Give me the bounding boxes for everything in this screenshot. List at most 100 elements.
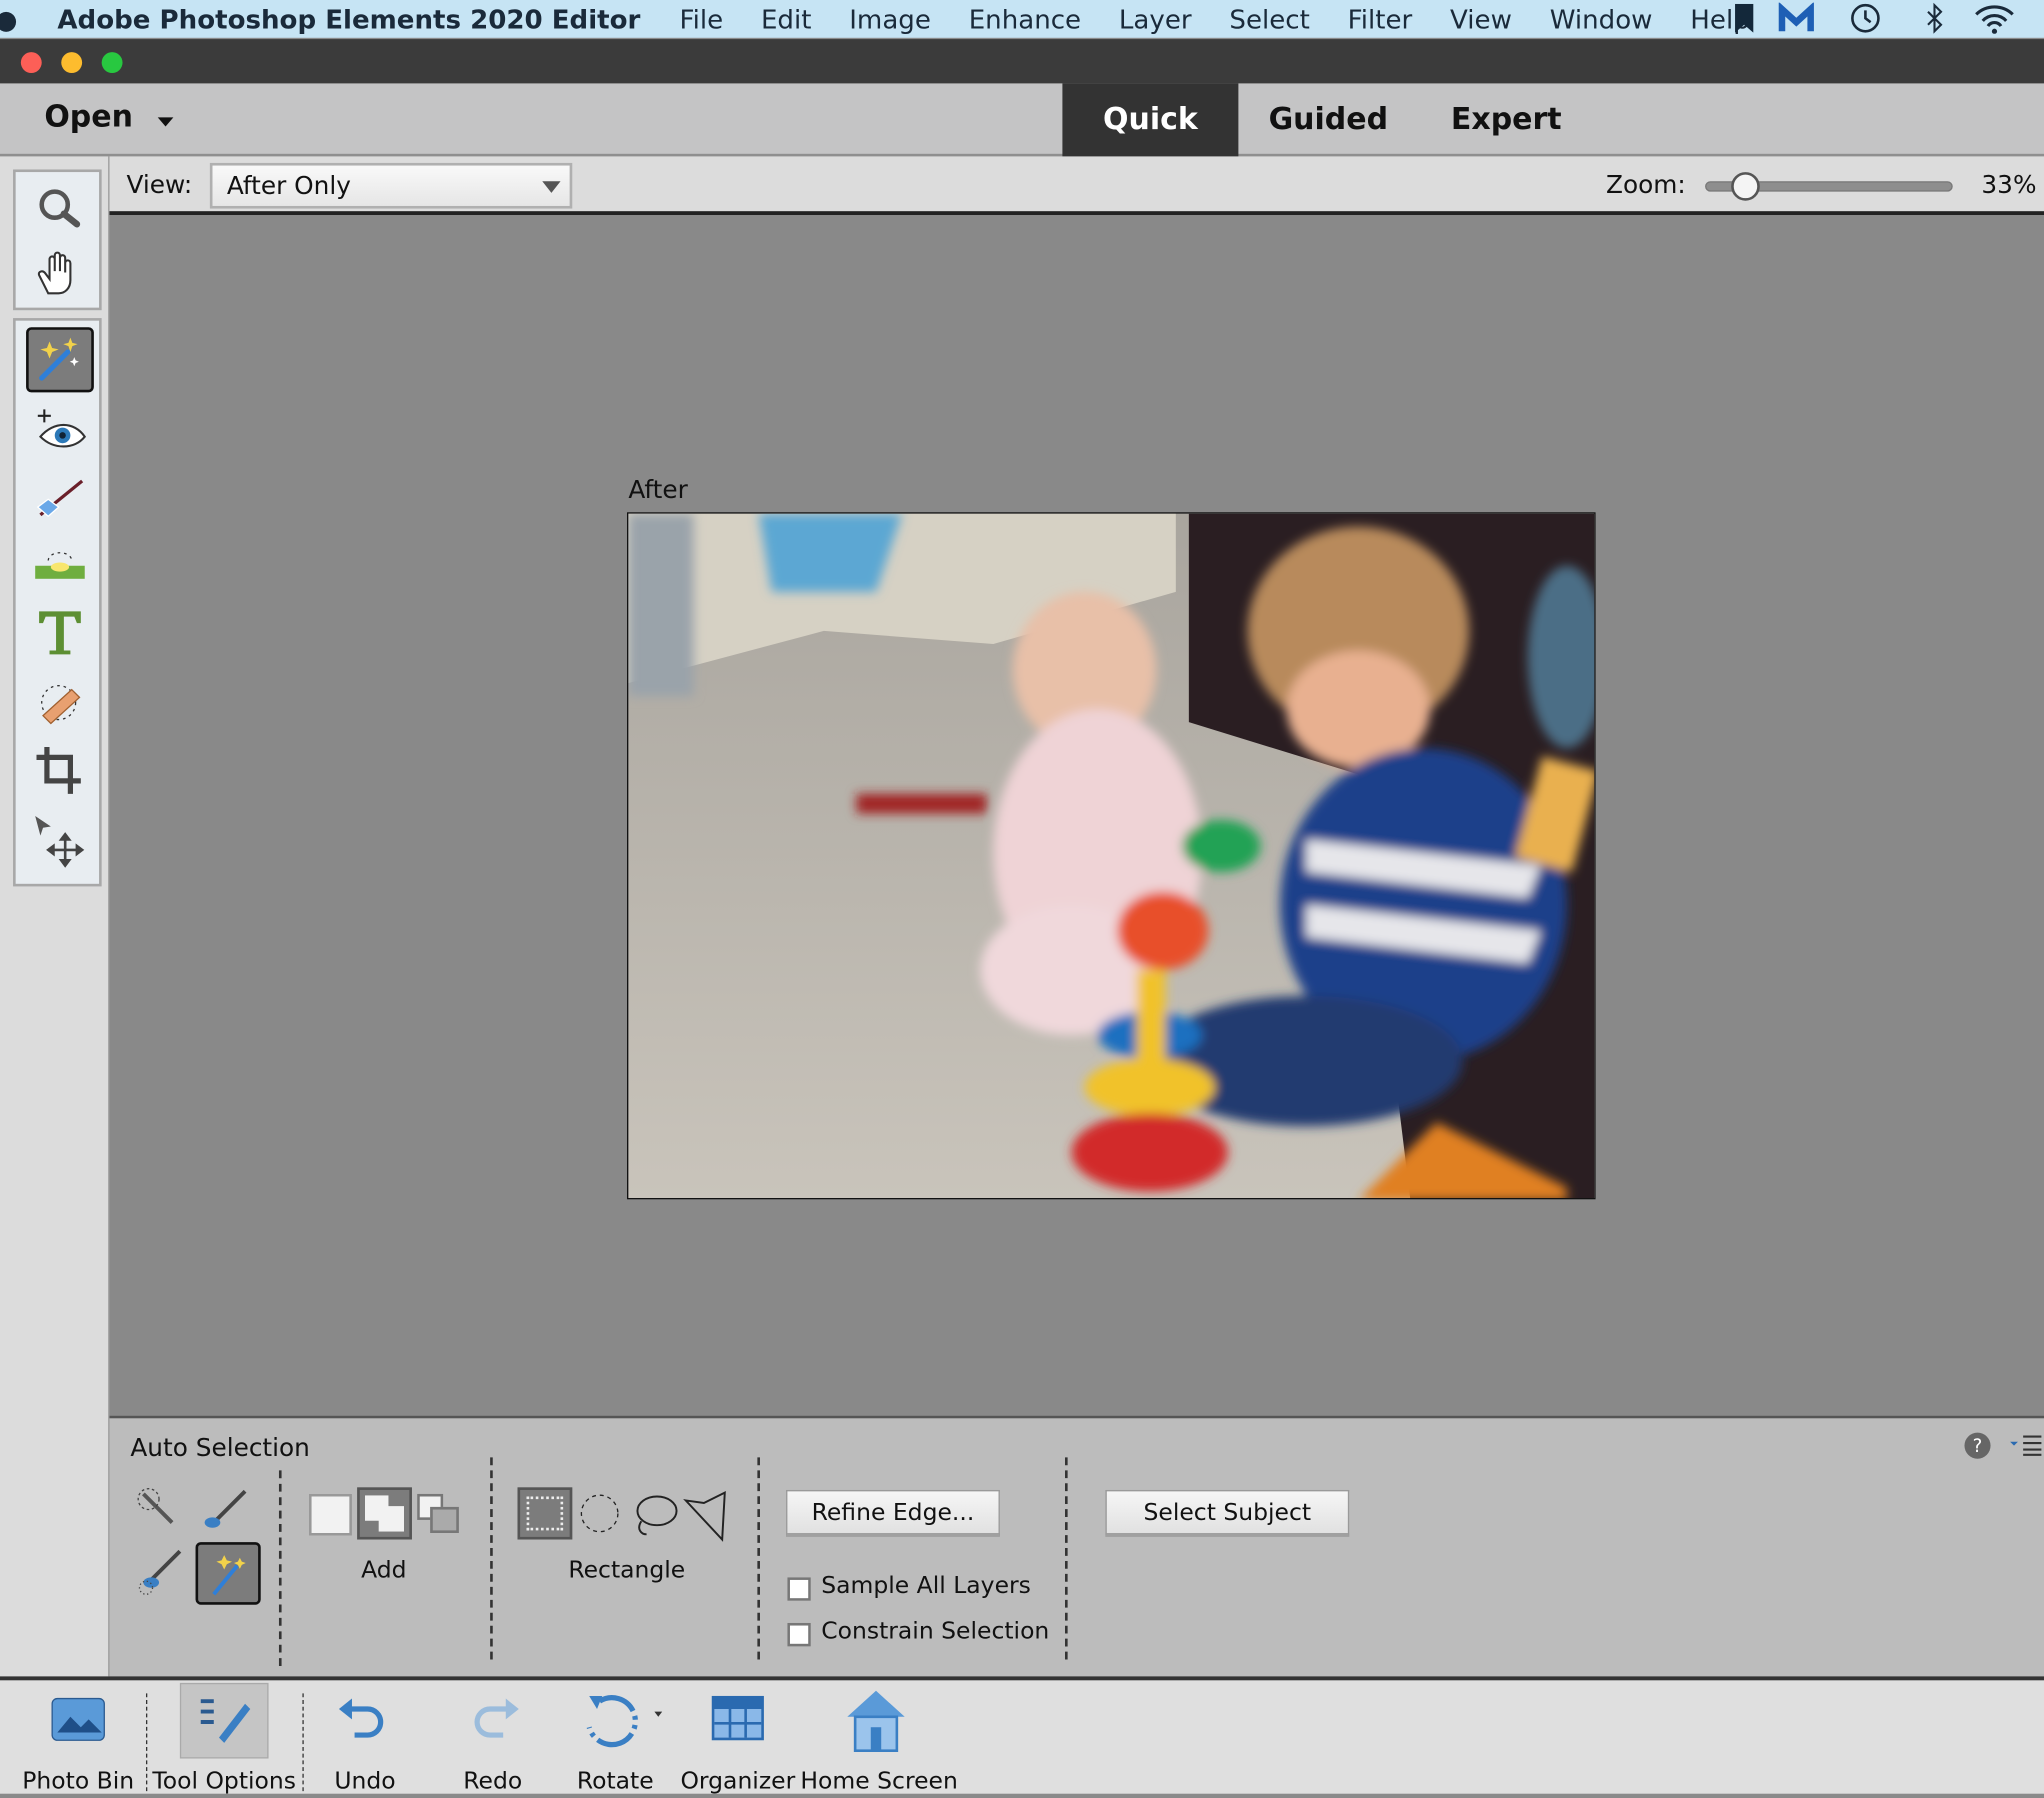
whiten-teeth-tool-button[interactable]	[26, 464, 94, 529]
tool-options-label: Tool Options	[152, 1767, 296, 1796]
home-screen-button[interactable]: Home Screen	[800, 1680, 958, 1797]
redo-button[interactable]: Redo	[446, 1680, 540, 1797]
tab-expert[interactable]: Expert	[1418, 83, 1594, 156]
tool-options-button[interactable]: Tool Options	[151, 1680, 297, 1797]
photo-bin-label: Photo Bin	[22, 1767, 135, 1796]
redo-icon	[474, 1698, 519, 1738]
eye-icon	[37, 409, 87, 448]
open-dropdown-icon[interactable]	[157, 117, 174, 127]
view-select[interactable]: After Only	[209, 162, 573, 209]
menu-enhance[interactable]: Enhance	[969, 3, 1081, 34]
add-selection-mode[interactable]	[357, 1487, 412, 1540]
menu-edit[interactable]: Edit	[761, 3, 811, 34]
refine-selection-brush-icon[interactable]	[136, 1549, 188, 1596]
photo-image[interactable]	[627, 512, 1596, 1200]
edit-tools-group	[13, 318, 102, 887]
help-icon[interactable]: ?	[1963, 1431, 1992, 1460]
magnifier-icon	[39, 189, 81, 228]
zoom-window-button[interactable]	[101, 52, 123, 73]
minimize-window-button[interactable]	[61, 52, 83, 73]
magic-wand-icon	[39, 337, 79, 381]
view-label: View:	[126, 170, 193, 200]
time-machine-icon[interactable]	[1848, 3, 1882, 34]
sample-all-layers-label: Sample All Layers	[821, 1572, 1031, 1600]
menu-filter[interactable]: Filter	[1348, 3, 1413, 34]
photo-bin-button[interactable]: Photo Bin	[18, 1680, 138, 1797]
zoom-slider-handle[interactable]	[1730, 172, 1760, 201]
red-eye-tool-button[interactable]	[26, 399, 94, 464]
organizer-label: Organizer	[680, 1767, 796, 1796]
constrain-selection-checkbox[interactable]	[787, 1622, 811, 1647]
malwarebytes-icon[interactable]	[1778, 2, 1814, 34]
menu-layer[interactable]: Layer	[1119, 3, 1192, 34]
chevron-down-icon	[542, 181, 561, 193]
ellipse-marquee-icon[interactable]	[576, 1490, 623, 1537]
selection-mode-label: Add	[361, 1556, 407, 1584]
panel-menu-icon[interactable]	[2007, 1434, 2044, 1457]
menu-file[interactable]: File	[680, 3, 724, 34]
organizer-icon	[711, 1695, 764, 1741]
menu-view[interactable]: View	[1450, 3, 1512, 34]
selection-shape-label: Rectangle	[568, 1556, 686, 1584]
magic-wand-option[interactable]	[195, 1542, 261, 1605]
quick-selection-icon[interactable]	[136, 1486, 183, 1533]
tool-options-panel: Auto Selection ? Add Rectangle Refine Ed…	[109, 1415, 2044, 1677]
image-view-label: After	[628, 475, 688, 505]
toolbox	[0, 156, 110, 1679]
select-subject-button[interactable]: Select Subject	[1105, 1489, 1350, 1537]
new-selection-mode[interactable]	[308, 1493, 352, 1536]
divider	[757, 1457, 760, 1660]
tab-quick[interactable]: Quick	[1062, 83, 1239, 157]
selection-brush-icon[interactable]	[201, 1486, 253, 1533]
crop-icon	[36, 746, 81, 794]
zoom-value: 33%	[1981, 170, 2037, 200]
apple-icon[interactable]: ●	[0, 3, 18, 34]
menu-bar: ● Adobe Photoshop Elements 2020 Editor F…	[0, 0, 2044, 38]
bookmark-icon[interactable]	[1734, 3, 1755, 33]
undo-button[interactable]: Undo	[318, 1680, 412, 1797]
crop-tool-button[interactable]	[26, 738, 94, 803]
window-titlebar	[0, 39, 2044, 84]
undo-label: Undo	[334, 1767, 396, 1796]
divider	[490, 1457, 493, 1660]
rotate-button[interactable]: Rotate	[568, 1680, 663, 1797]
taskbar: Photo Bin Tool Options Undo Redo Rotate …	[0, 1676, 2044, 1795]
wifi-icon[interactable]	[1974, 3, 2016, 34]
open-button[interactable]: Open	[44, 100, 133, 134]
zoom-tool-button[interactable]	[26, 177, 94, 242]
rotate-label: Rotate	[576, 1767, 654, 1796]
hand-tool-button[interactable]	[26, 242, 94, 307]
sample-all-layers-checkbox[interactable]	[787, 1577, 811, 1601]
magic-wand-icon	[212, 1555, 246, 1596]
home-screen-label: Home Screen	[800, 1767, 958, 1796]
tool-options-icon	[200, 1699, 251, 1743]
spot-healing-tool-button[interactable]	[26, 670, 94, 735]
close-window-button[interactable]	[20, 52, 42, 73]
rectangle-marquee-option[interactable]	[517, 1487, 573, 1540]
view-bar: View: After Only Zoom: 33%	[109, 156, 2044, 216]
bluetooth-icon[interactable]	[1924, 2, 1945, 34]
undo-icon	[338, 1698, 384, 1738]
polygonal-lasso-icon[interactable]	[683, 1490, 730, 1542]
straighten-tool-button[interactable]	[26, 532, 94, 597]
type-tool-button[interactable]	[26, 600, 94, 665]
divider	[145, 1693, 148, 1792]
quick-selection-tool-button[interactable]	[26, 327, 94, 393]
constrain-selection-label: Constrain Selection	[821, 1617, 1050, 1646]
zoom-slider[interactable]	[1705, 172, 1953, 201]
lasso-icon[interactable]	[628, 1490, 680, 1540]
redo-label: Redo	[463, 1767, 523, 1796]
view-tools-group	[13, 169, 102, 311]
refine-edge-button[interactable]: Refine Edge...	[786, 1489, 1000, 1537]
hand-icon	[37, 251, 72, 295]
tab-guided[interactable]: Guided	[1238, 83, 1418, 156]
menu-window[interactable]: Window	[1550, 3, 1653, 34]
move-tool-button[interactable]	[26, 808, 94, 873]
mode-bar: Open Quick Guided Expert	[0, 83, 2044, 157]
app-name[interactable]: Adobe Photoshop Elements 2020 Editor	[57, 3, 640, 34]
organizer-button[interactable]: Organizer	[680, 1680, 795, 1797]
tool-options-title: Auto Selection	[130, 1433, 310, 1463]
menu-image[interactable]: Image	[849, 3, 931, 34]
subtract-selection-mode[interactable]	[417, 1493, 461, 1533]
menu-select[interactable]: Select	[1229, 3, 1309, 34]
